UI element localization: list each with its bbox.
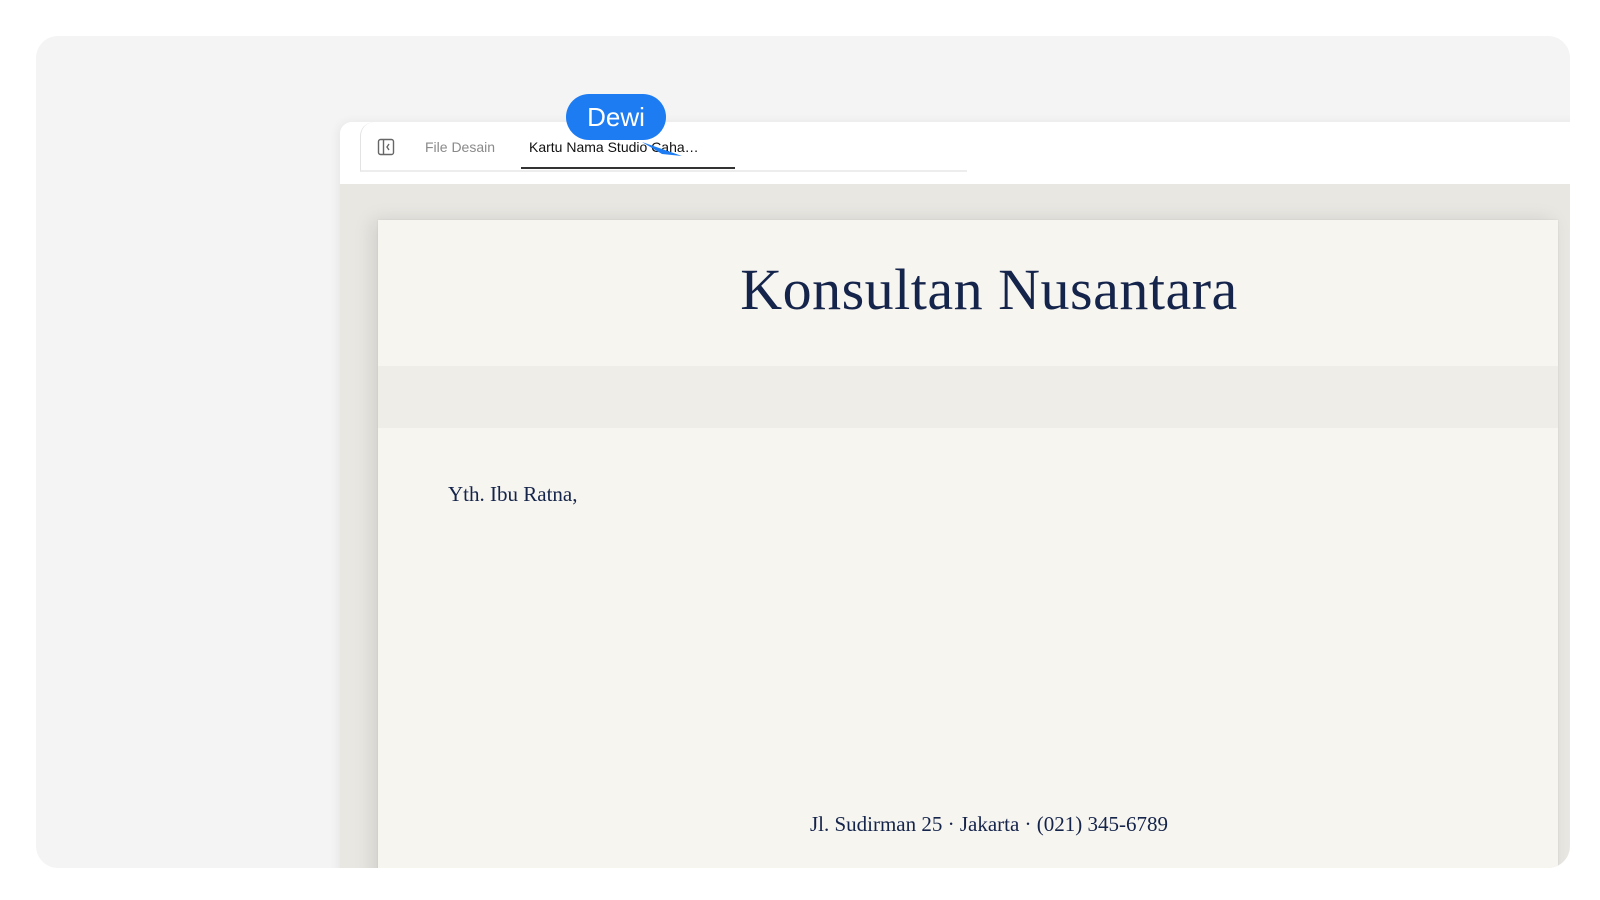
tab-bar: File Desain Kartu Nama Studio Caha… (340, 122, 1570, 184)
editor-window: File Desain Kartu Nama Studio Caha… Kons… (340, 122, 1570, 868)
letterhead-header: Konsultan Nusantara (378, 220, 1558, 366)
sidebar-toggle-icon[interactable] (377, 138, 395, 156)
background-card: File Desain Kartu Nama Studio Caha… Kons… (36, 36, 1570, 868)
design-canvas[interactable]: Konsultan Nusantara Yth. Ibu Ratna, Jl. … (340, 184, 1570, 868)
header-band (378, 366, 1558, 428)
footer-address[interactable]: Jl. Sudirman 25 · Jakarta · (021) 345-67… (378, 812, 1570, 837)
company-name[interactable]: Konsultan Nusantara (378, 256, 1570, 323)
letterhead-page[interactable]: Konsultan Nusantara Yth. Ibu Ratna, Jl. … (378, 220, 1558, 868)
active-tab-indicator (521, 167, 735, 169)
cursor-arrow-icon (640, 132, 684, 160)
tab-file-desain[interactable]: File Desain (425, 139, 495, 155)
salutation-text[interactable]: Yth. Ibu Ratna, (448, 482, 577, 507)
